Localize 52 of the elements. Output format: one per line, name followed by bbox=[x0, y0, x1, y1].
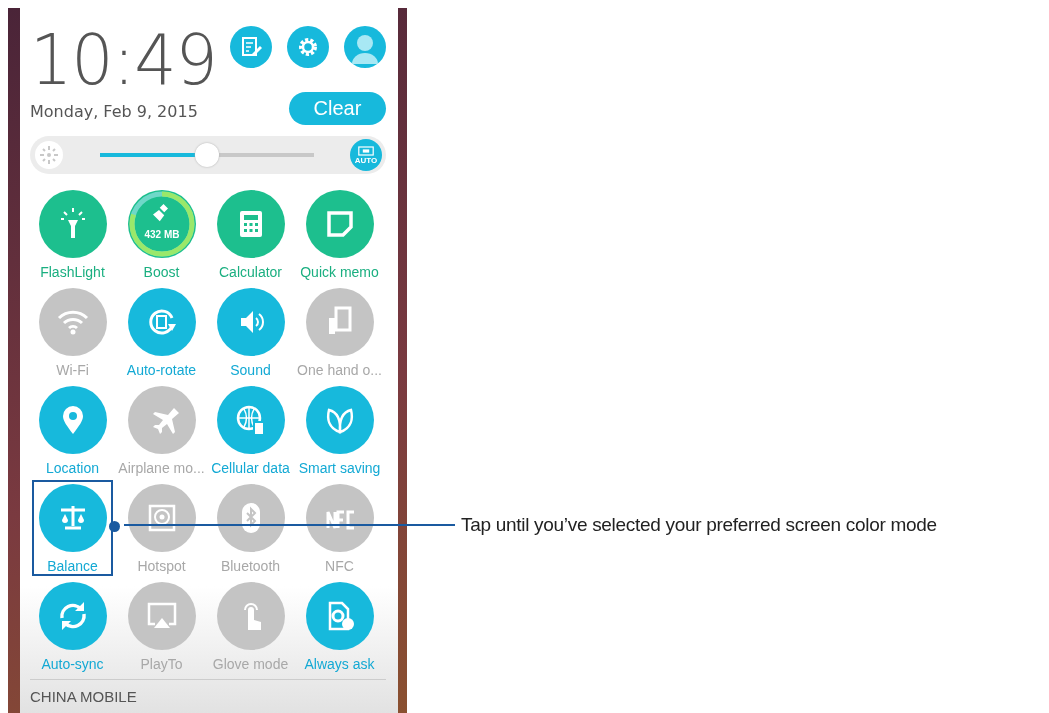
tile-label: NFC bbox=[325, 558, 354, 574]
clear-button[interactable]: Clear bbox=[289, 92, 386, 125]
tile-label: Cellular data bbox=[211, 460, 290, 476]
auto-brightness-button[interactable]: AUTO bbox=[350, 139, 382, 171]
tile-label: Auto-sync bbox=[41, 656, 104, 672]
brightness-icon bbox=[34, 140, 64, 170]
airplane-toggle-icon[interactable] bbox=[127, 386, 196, 454]
note-toggle-icon[interactable] bbox=[305, 190, 374, 258]
tile-label: Smart saving bbox=[298, 460, 381, 476]
tile-label: Always ask bbox=[304, 656, 375, 672]
wifi-toggle-icon[interactable] bbox=[38, 288, 107, 356]
clock-time: 10:49 bbox=[30, 26, 217, 94]
tile-label: Quick memo bbox=[300, 264, 379, 280]
globe-phone-toggle-icon[interactable] bbox=[216, 386, 285, 454]
tile-label: FlashLight bbox=[40, 264, 105, 280]
user-avatar-icon[interactable] bbox=[344, 26, 386, 68]
hand-phone-toggle-icon[interactable] bbox=[305, 288, 374, 356]
rotate-toggle-icon[interactable] bbox=[127, 288, 196, 356]
tile-label: Wi-Fi bbox=[56, 362, 89, 378]
tile-label: Location bbox=[46, 460, 99, 476]
tile-label: Calculator bbox=[219, 264, 282, 280]
touch-hand-toggle-icon[interactable] bbox=[216, 582, 285, 650]
tile-label: Balance bbox=[47, 558, 98, 574]
edit-list-icon[interactable] bbox=[230, 26, 272, 68]
scale-toggle-icon[interactable] bbox=[38, 484, 107, 552]
nfc-toggle-icon[interactable] bbox=[305, 484, 374, 552]
carrier-name: CHINA MOBILE bbox=[30, 679, 386, 705]
hotspot-toggle-icon[interactable] bbox=[127, 484, 196, 552]
location-pin-toggle-icon[interactable] bbox=[38, 386, 107, 454]
tile-label: Hotspot bbox=[137, 558, 186, 574]
callout-text: Tap until you’ve selected your preferred screen color mode bbox=[461, 514, 937, 536]
flashlight-toggle-icon[interactable] bbox=[38, 190, 107, 258]
tile-label: One hand o... bbox=[297, 362, 382, 378]
sim-gear-phone-toggle-icon[interactable] bbox=[305, 582, 374, 650]
broom-toggle-icon[interactable]: 432 MB bbox=[127, 190, 196, 258]
speaker-toggle-icon[interactable] bbox=[216, 288, 285, 356]
tile-label: Boost bbox=[143, 264, 180, 280]
tile-label: Auto-rotate bbox=[126, 362, 197, 378]
tile-label: Airplane mo... bbox=[118, 460, 205, 476]
screen-icon bbox=[358, 145, 374, 156]
screen-cast-toggle-icon[interactable] bbox=[127, 582, 196, 650]
tile-label: PlayTo bbox=[140, 656, 183, 672]
tile-label: Bluetooth bbox=[220, 558, 281, 574]
slider-thumb[interactable] bbox=[195, 143, 219, 167]
date-text: Monday, Feb 9, 2015 bbox=[30, 102, 199, 121]
tile-label: Sound bbox=[230, 362, 271, 378]
sync-toggle-icon[interactable] bbox=[38, 582, 107, 650]
leaf-toggle-icon[interactable] bbox=[305, 386, 374, 454]
calculator-toggle-icon[interactable] bbox=[216, 190, 285, 258]
tile-label: Glove mode bbox=[212, 656, 289, 672]
settings-icon[interactable] bbox=[287, 26, 329, 68]
bluetooth-toggle-icon[interactable] bbox=[216, 484, 285, 552]
